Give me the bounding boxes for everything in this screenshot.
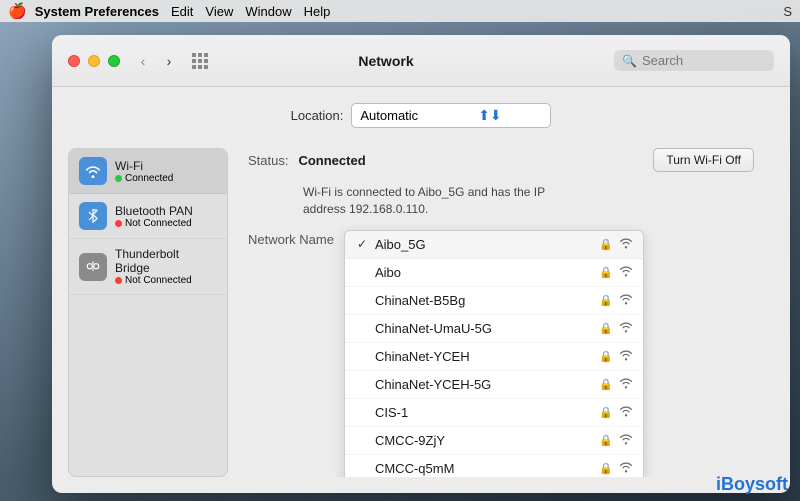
thunderbolt-status-text: Not Connected bbox=[125, 275, 192, 286]
wifi-signal-icon bbox=[619, 349, 633, 364]
wifi-signal-icon bbox=[619, 461, 633, 476]
system-preferences-window: ‹ › Network 🔍 Location: Automatic ⬆⬇ bbox=[52, 35, 790, 493]
dropdown-item[interactable]: ChinaNet-YCEH-5G 🔒 bbox=[345, 371, 643, 399]
traffic-lights bbox=[68, 55, 120, 67]
window-body: Location: Automatic ⬆⬇ bbox=[52, 87, 790, 493]
bluetooth-icon bbox=[79, 202, 107, 230]
search-icon: 🔍 bbox=[622, 54, 637, 68]
dropdown-item[interactable]: ChinaNet-B5Bg 🔒 bbox=[345, 287, 643, 315]
bluetooth-name: Bluetooth PAN bbox=[115, 204, 193, 218]
network-item-name: ChinaNet-B5Bg bbox=[375, 293, 593, 308]
menubar-edit[interactable]: Edit bbox=[171, 4, 193, 19]
bluetooth-item-text: Bluetooth PAN Not Connected bbox=[115, 204, 193, 229]
thunderbolt-icon bbox=[79, 253, 107, 281]
lock-icon: 🔒 bbox=[599, 266, 613, 279]
wifi-signal-icon bbox=[619, 293, 633, 308]
menubar-view[interactable]: View bbox=[205, 4, 233, 19]
dropdown-item[interactable]: ✓ Aibo_5G 🔒 bbox=[345, 231, 643, 259]
location-label: Location: bbox=[291, 108, 344, 123]
minimize-button[interactable] bbox=[88, 55, 100, 67]
search-box[interactable]: 🔍 bbox=[614, 50, 774, 71]
window-title: Network bbox=[158, 53, 614, 69]
right-panel: Status: Connected Turn Wi-Fi Off Wi-Fi i… bbox=[228, 148, 774, 477]
location-value: Automatic bbox=[360, 108, 418, 123]
dropdown-item[interactable]: Aibo 🔒 bbox=[345, 259, 643, 287]
network-item-name: ChinaNet-YCEH-5G bbox=[375, 377, 593, 392]
wifi-status: Connected bbox=[115, 173, 173, 184]
wifi-signal-icon bbox=[619, 377, 633, 392]
search-input[interactable] bbox=[642, 53, 766, 68]
connection-description: Wi-Fi is connected to Aibo_5G and has th… bbox=[303, 184, 583, 218]
network-item-name: CIS-1 bbox=[375, 405, 593, 420]
lock-icon: 🔒 bbox=[599, 322, 613, 335]
close-button[interactable] bbox=[68, 55, 80, 67]
wifi-icon bbox=[79, 157, 107, 185]
lock-icon: 🔒 bbox=[599, 350, 613, 363]
menubar-help[interactable]: Help bbox=[304, 4, 331, 19]
wifi-signal-icon bbox=[619, 265, 633, 280]
menubar-right-item: S bbox=[783, 4, 792, 19]
sidebar-item-wifi[interactable]: Wi-Fi Connected bbox=[69, 149, 227, 194]
watermark: iBoysoft bbox=[716, 474, 788, 495]
thunderbolt-status: Not Connected bbox=[115, 275, 217, 286]
titlebar: ‹ › Network 🔍 bbox=[52, 35, 790, 87]
wifi-name: Wi-Fi bbox=[115, 159, 173, 173]
thunderbolt-item-text: Thunderbolt Bridge Not Connected bbox=[115, 247, 217, 286]
dropdown-item[interactable]: CMCC-q5mM 🔒 bbox=[345, 455, 643, 477]
dropdown-item[interactable]: CMCC-9ZjY 🔒 bbox=[345, 427, 643, 455]
back-button[interactable]: ‹ bbox=[132, 50, 154, 72]
network-dropdown[interactable]: ✓ Aibo_5G 🔒 Aibo 🔒 ChinaNet-B5Bg 🔒 ChinaNet-… bbox=[344, 230, 644, 477]
status-value: Connected bbox=[298, 153, 365, 168]
network-name-row: Network Name ✓ Aibo_5G 🔒 Aibo 🔒 ChinaNet-B5… bbox=[248, 230, 754, 477]
thunderbolt-status-dot bbox=[115, 277, 122, 284]
status-label: Status: bbox=[248, 153, 288, 168]
lock-icon: 🔒 bbox=[599, 238, 613, 251]
status-row: Status: Connected Turn Wi-Fi Off bbox=[248, 148, 754, 172]
bluetooth-status: Not Connected bbox=[115, 218, 193, 229]
thunderbolt-name: Thunderbolt Bridge bbox=[115, 247, 217, 275]
fullscreen-button[interactable] bbox=[108, 55, 120, 67]
menubar-app-name[interactable]: System Preferences bbox=[35, 4, 159, 19]
network-item-name: CMCC-9ZjY bbox=[375, 433, 593, 448]
network-item-name: Aibo_5G bbox=[375, 237, 593, 252]
sidebar-item-thunderbolt[interactable]: Thunderbolt Bridge Not Connected bbox=[69, 239, 227, 295]
wifi-signal-icon bbox=[619, 237, 633, 252]
location-row: Location: Automatic ⬆⬇ bbox=[68, 103, 774, 128]
bluetooth-status-dot bbox=[115, 220, 122, 227]
lock-icon: 🔒 bbox=[599, 406, 613, 419]
checkmark-icon: ✓ bbox=[355, 237, 369, 251]
turn-wifi-off-button[interactable]: Turn Wi-Fi Off bbox=[653, 148, 754, 172]
chevron-icon: ⬆⬇ bbox=[478, 107, 501, 124]
wifi-signal-icon bbox=[619, 321, 633, 336]
lock-icon: 🔒 bbox=[599, 462, 613, 475]
network-item-name: ChinaNet-YCEH bbox=[375, 349, 593, 364]
location-select[interactable]: Automatic ⬆⬇ bbox=[351, 103, 551, 128]
menubar-window[interactable]: Window bbox=[245, 4, 291, 19]
lock-icon: 🔒 bbox=[599, 434, 613, 447]
bluetooth-status-text: Not Connected bbox=[125, 218, 192, 229]
dropdown-item[interactable]: CIS-1 🔒 bbox=[345, 399, 643, 427]
network-name-label: Network Name bbox=[248, 232, 334, 247]
menubar: 🍎 System Preferences Edit View Window He… bbox=[0, 0, 800, 22]
network-item-name: ChinaNet-UmaU-5G bbox=[375, 321, 593, 336]
wifi-status-text: Connected bbox=[125, 173, 173, 184]
network-item-name: Aibo bbox=[375, 265, 593, 280]
dropdown-item[interactable]: ChinaNet-YCEH 🔒 bbox=[345, 343, 643, 371]
wifi-status-dot bbox=[115, 175, 122, 182]
dropdown-item[interactable]: ChinaNet-UmaU-5G 🔒 bbox=[345, 315, 643, 343]
sidebar: Wi-Fi Connected bbox=[68, 148, 228, 477]
network-item-name: CMCC-q5mM bbox=[375, 461, 593, 476]
apple-menu[interactable]: 🍎 bbox=[8, 2, 27, 20]
main-content: Wi-Fi Connected bbox=[68, 148, 774, 477]
wifi-signal-icon bbox=[619, 405, 633, 420]
sidebar-item-bluetooth[interactable]: Bluetooth PAN Not Connected bbox=[69, 194, 227, 239]
lock-icon: 🔒 bbox=[599, 378, 613, 391]
dropdown-container: ✓ Aibo_5G 🔒 Aibo 🔒 ChinaNet-B5Bg 🔒 ChinaNet-… bbox=[344, 230, 754, 477]
wifi-signal-icon bbox=[619, 433, 633, 448]
wifi-item-text: Wi-Fi Connected bbox=[115, 159, 173, 184]
lock-icon: 🔒 bbox=[599, 294, 613, 307]
